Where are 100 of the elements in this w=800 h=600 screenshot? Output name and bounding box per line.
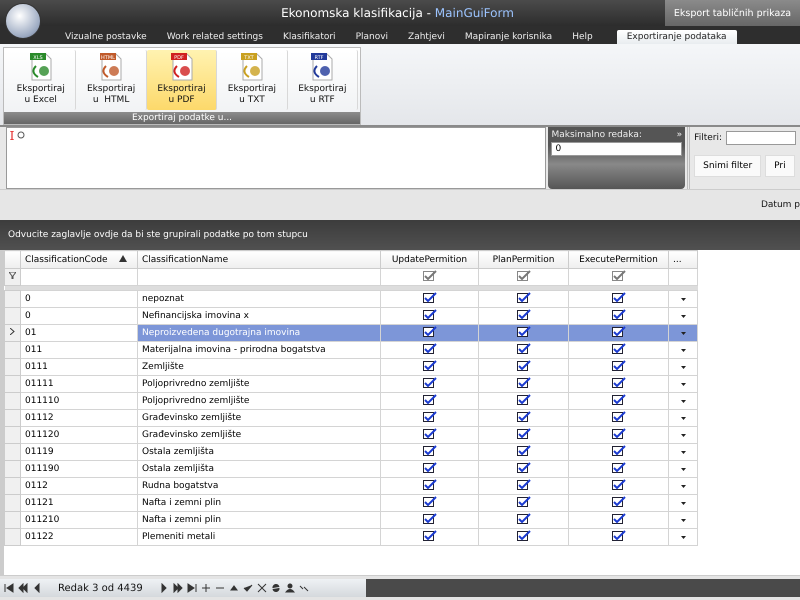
next-icon[interactable] bbox=[158, 583, 169, 593]
checkbox[interactable] bbox=[516, 292, 530, 303]
checkbox[interactable] bbox=[612, 513, 626, 524]
checkbox[interactable] bbox=[422, 270, 436, 281]
dropdown-icon[interactable] bbox=[680, 383, 686, 386]
checkbox[interactable] bbox=[612, 479, 626, 490]
checkbox[interactable] bbox=[516, 360, 530, 371]
table-cell: Nafta i zemni plin bbox=[138, 494, 380, 512]
checkbox[interactable] bbox=[612, 496, 626, 507]
last-icon[interactable] bbox=[186, 583, 197, 593]
panel-tab[interactable]: Eksport tabličnih prikaza bbox=[665, 0, 800, 26]
checkbox[interactable] bbox=[516, 343, 530, 354]
dropdown-icon[interactable] bbox=[680, 502, 686, 505]
dropdown-icon[interactable] bbox=[680, 366, 686, 369]
cancel-icon[interactable] bbox=[256, 583, 267, 593]
checkbox[interactable] bbox=[612, 428, 626, 439]
add-icon[interactable] bbox=[200, 583, 211, 593]
checkbox[interactable] bbox=[612, 377, 626, 388]
filter-button[interactable]: Snimi filter bbox=[694, 155, 762, 177]
checkbox[interactable] bbox=[516, 411, 530, 422]
next-page-icon[interactable] bbox=[172, 583, 183, 593]
menu-tab[interactable]: Zahtjevi bbox=[398, 30, 455, 44]
checkbox[interactable] bbox=[612, 270, 626, 281]
table-cell: 01111 bbox=[20, 376, 138, 392]
checkbox[interactable] bbox=[516, 394, 530, 405]
checkbox[interactable] bbox=[612, 292, 626, 303]
checkbox[interactable] bbox=[422, 445, 436, 456]
checkbox[interactable] bbox=[422, 428, 436, 439]
checkbox[interactable] bbox=[612, 326, 626, 337]
table-cell: Građevinsko zemljište bbox=[138, 426, 380, 444]
checkbox[interactable] bbox=[422, 394, 436, 405]
checkbox[interactable] bbox=[516, 309, 530, 320]
filter-icon bbox=[9, 272, 16, 279]
checkbox[interactable] bbox=[516, 462, 530, 473]
table-cell: Građevinsko zemljište bbox=[138, 410, 380, 426]
menu-tab[interactable]: Help bbox=[562, 30, 603, 44]
checkbox[interactable] bbox=[422, 530, 436, 541]
checkbox[interactable] bbox=[516, 530, 530, 541]
checkbox[interactable] bbox=[516, 377, 530, 388]
column-header[interactable]: UpdatePermition bbox=[380, 250, 478, 268]
user-icon[interactable] bbox=[284, 583, 295, 593]
checkbox[interactable] bbox=[422, 496, 436, 507]
dropdown-icon[interactable] bbox=[680, 349, 686, 352]
menu-tab[interactable]: Vizualne postavke bbox=[55, 30, 157, 44]
expand-button[interactable]: » bbox=[676, 130, 682, 140]
checkbox[interactable] bbox=[422, 513, 436, 524]
checkbox[interactable] bbox=[612, 360, 626, 371]
dropdown-icon[interactable] bbox=[680, 485, 686, 488]
dropdown-icon[interactable] bbox=[680, 400, 686, 403]
checkbox[interactable] bbox=[422, 377, 436, 388]
menu-tab[interactable]: Klasifikatori bbox=[272, 30, 346, 44]
checkbox[interactable] bbox=[612, 462, 626, 473]
checkbox[interactable] bbox=[422, 411, 436, 422]
dropdown-icon[interactable] bbox=[680, 519, 686, 522]
column-header[interactable]: ... bbox=[668, 250, 698, 268]
dropdown-icon[interactable] bbox=[680, 536, 686, 539]
checkbox[interactable] bbox=[612, 445, 626, 456]
checkbox[interactable] bbox=[516, 270, 530, 281]
checkbox[interactable] bbox=[612, 343, 626, 354]
menu-tab[interactable]: Exportiranje podataka bbox=[616, 30, 737, 44]
checkbox[interactable] bbox=[422, 309, 436, 320]
filter-button[interactable]: Pri bbox=[765, 155, 795, 177]
dropdown-icon[interactable] bbox=[680, 451, 686, 454]
horizontal-scrollbar[interactable] bbox=[366, 579, 800, 597]
dropdown-icon[interactable] bbox=[680, 298, 686, 301]
up-icon[interactable] bbox=[228, 583, 239, 593]
checkbox[interactable] bbox=[516, 428, 530, 439]
filter-field[interactable] bbox=[726, 131, 796, 145]
menu-tab[interactable]: Mapiranje korisnika bbox=[454, 30, 562, 44]
checkbox[interactable] bbox=[422, 292, 436, 303]
first-icon[interactable] bbox=[4, 583, 14, 593]
checkbox[interactable] bbox=[422, 462, 436, 473]
checkbox[interactable] bbox=[612, 394, 626, 405]
dropdown-icon[interactable] bbox=[680, 417, 686, 420]
column-header[interactable]: ClassificationName bbox=[138, 250, 380, 268]
checkbox[interactable] bbox=[612, 309, 626, 320]
checkbox[interactable] bbox=[516, 479, 530, 490]
checkbox[interactable] bbox=[422, 479, 436, 490]
column-header[interactable]: ClassificationCode bbox=[20, 250, 138, 268]
checkbox[interactable] bbox=[612, 411, 626, 422]
checkbox[interactable] bbox=[422, 326, 436, 337]
column-header[interactable]: ExecutePermition bbox=[568, 250, 668, 268]
menu-tab[interactable]: Work related settings bbox=[156, 30, 273, 44]
checkbox[interactable] bbox=[612, 530, 626, 541]
max-rows-field[interactable]: 0 bbox=[551, 142, 682, 156]
checkbox[interactable] bbox=[516, 513, 530, 524]
menu-tab[interactable]: Planovi bbox=[346, 30, 398, 44]
dropdown-icon[interactable] bbox=[680, 434, 686, 437]
checkbox[interactable] bbox=[516, 445, 530, 456]
prev-page-icon[interactable] bbox=[18, 583, 28, 593]
table-cell: 01121 bbox=[20, 494, 138, 512]
column-header[interactable]: PlanPermition bbox=[478, 250, 568, 268]
checkbox[interactable] bbox=[516, 496, 530, 507]
dropdown-icon[interactable] bbox=[680, 468, 686, 471]
prev-icon[interactable] bbox=[32, 583, 42, 593]
check-icon[interactable] bbox=[242, 583, 253, 593]
checkbox[interactable] bbox=[422, 343, 436, 354]
checkbox[interactable] bbox=[422, 360, 436, 371]
checkbox[interactable] bbox=[516, 326, 530, 337]
dropdown-icon[interactable] bbox=[680, 315, 686, 318]
